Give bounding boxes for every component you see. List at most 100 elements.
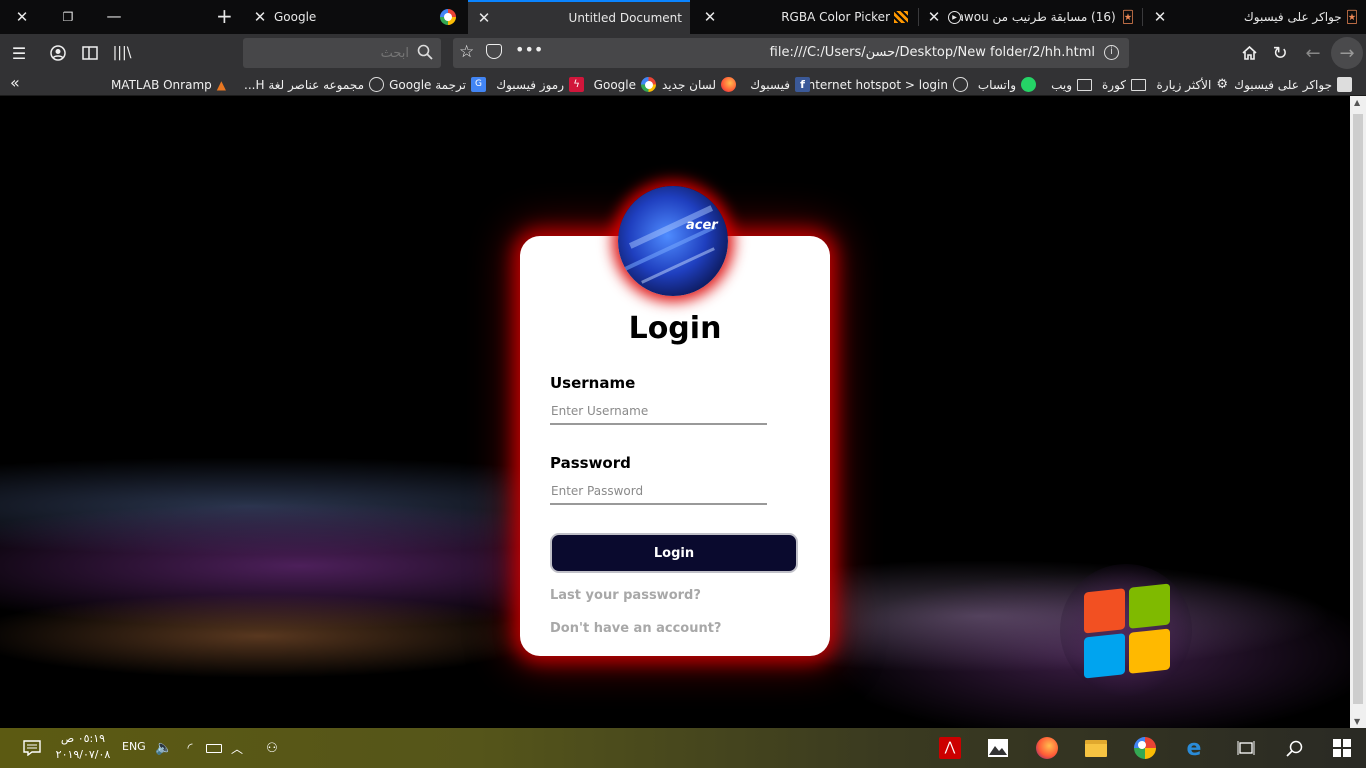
pocket-icon[interactable] [486, 44, 502, 59]
navigation-toolbar: ☰ |||\ ☆ ••• file:///C:/Users/حسن/Deskto… [0, 34, 1366, 72]
firefox-icon[interactable] [1033, 734, 1061, 762]
bookmark-label: رموز فيسبوك [496, 77, 564, 92]
task-view-icon[interactable] [1232, 734, 1260, 762]
close-tab-icon[interactable]: ✕ [1152, 9, 1168, 25]
bookmark-item[interactable]: كورة [1102, 76, 1146, 93]
address-bar[interactable]: ☆ ••• file:///C:/Users/حسن/Desktop/New f… [453, 38, 1129, 68]
window-restore-button[interactable]: ❐ [60, 9, 76, 25]
close-tab-icon[interactable]: ✕ [252, 9, 268, 25]
url-text[interactable]: file:///C:/Users/حسن/Desktop/New folder/… [770, 45, 1095, 60]
volume-icon[interactable]: 🔈 [150, 734, 178, 762]
password-input[interactable] [550, 479, 767, 505]
window-close-button[interactable]: ✕ [14, 9, 30, 25]
home-icon[interactable] [1235, 39, 1263, 67]
bookmark-label: مجموعه عناصر لغة H... [244, 77, 364, 92]
clock-time: ٠٥:١٩ ص [60, 732, 106, 745]
clock-date: ٢٠١٩/٠٧/٠٨ [55, 748, 111, 761]
search-box[interactable] [243, 38, 441, 68]
bookmark-item[interactable]: Google [594, 76, 656, 93]
page-actions-icon[interactable]: ••• [515, 40, 543, 59]
tab-title: RGBA Color Picker [781, 10, 890, 24]
bookmark-item[interactable]: لسان جديد [662, 76, 736, 93]
bookmark-item[interactable]: internet hotspot > login [804, 76, 968, 93]
bookmark-item[interactable]: جواكر على فيسبوك [1234, 76, 1352, 93]
scrollbar-thumb[interactable] [1353, 114, 1363, 704]
bookmark-label: الأكثر زيارة [1156, 77, 1212, 92]
globe-icon [369, 77, 384, 92]
bookmark-item[interactable]: مجموعه عناصر لغة H... [244, 76, 384, 93]
windows-logo-icon [1084, 583, 1170, 679]
tab-title: (16) مسابقة طرنيب من awou [961, 10, 1116, 24]
edge-icon[interactable]: e [1180, 734, 1208, 762]
tab-title: Untitled Document [568, 11, 682, 25]
tab-rgba-color-picker[interactable]: ✕ RGBA Color Picker [694, 0, 918, 34]
action-center-icon[interactable] [18, 734, 46, 762]
chrome-icon[interactable] [1131, 734, 1159, 762]
bookmark-label: جواكر على فيسبوك [1234, 77, 1332, 92]
back-icon[interactable]: ← [1299, 39, 1327, 67]
signup-link[interactable]: Don't have an account? [550, 621, 721, 636]
globe-icon [953, 77, 968, 92]
acrobat-icon[interactable]: ⋀ [936, 734, 964, 762]
bookmark-item[interactable]: MATLAB Onramp ▲ [111, 76, 226, 93]
username-label: Username [550, 374, 636, 392]
people-icon[interactable]: ⚇ [258, 734, 286, 762]
file-explorer-icon[interactable] [1082, 734, 1110, 762]
acer-logo: acer [686, 218, 718, 233]
tab-contest[interactable]: ✕ ▶ (16) مسابقة طرنيب من awou 🃏 [920, 0, 1142, 34]
reader-view-icon[interactable] [76, 39, 104, 67]
library-icon[interactable]: |||\ [108, 39, 136, 67]
close-tab-icon[interactable]: ✕ [926, 9, 942, 25]
site-info-icon[interactable]: i [1104, 45, 1119, 60]
joker-icon: 🃏 [1345, 10, 1358, 24]
folder-icon [1077, 78, 1092, 91]
bookmarks-toolbar: « جواكر على فيسبوك الأكثر زيارة ⚙ كورة و… [0, 72, 1366, 96]
account-icon[interactable] [44, 39, 72, 67]
bookmark-item[interactable]: رموز فيسبوك ϟ [496, 76, 584, 93]
bookmark-label: ترجمة Google [389, 77, 466, 92]
bookmark-label: كورة [1102, 77, 1126, 92]
language-indicator[interactable]: ENG [122, 740, 146, 753]
bookmark-item[interactable]: ويب [1051, 76, 1092, 93]
menu-icon[interactable]: ☰ [5, 39, 33, 67]
username-input[interactable] [550, 399, 767, 425]
bookmark-item[interactable]: واتساب [978, 76, 1036, 93]
show-hidden-icons[interactable]: ︿ [223, 734, 251, 762]
tab-strip: ✕ ❐ — + ✕ Google ✕ Untitled Document ✕ R… [0, 0, 1366, 34]
bookmark-label: ويب [1051, 77, 1072, 92]
login-button[interactable]: Login [550, 533, 798, 573]
scroll-down-icon[interactable]: ▼ [1354, 717, 1360, 726]
window-minimize-button[interactable]: — [106, 8, 122, 24]
bookmark-label: MATLAB Onramp [110, 77, 212, 92]
forward-icon[interactable]: → [1331, 37, 1363, 69]
tab-untitled-document[interactable]: ✕ Untitled Document [468, 0, 690, 34]
search-icon[interactable] [1280, 734, 1308, 762]
whatsapp-icon [1021, 77, 1036, 92]
forgot-password-link[interactable]: Last your password? [550, 588, 701, 603]
tab-jokers-facebook[interactable]: ✕ جواكر على فيسبوك 🃏 [1144, 0, 1366, 34]
google-icon [641, 77, 656, 92]
scroll-up-icon[interactable]: ▲ [1354, 98, 1360, 107]
google-translate-icon: G [471, 77, 486, 92]
bookmarks-overflow-icon[interactable]: « [10, 73, 20, 92]
photos-icon[interactable] [984, 734, 1012, 762]
close-tab-icon[interactable]: ✕ [702, 9, 718, 25]
matlab-icon: ▲ [216, 77, 226, 92]
close-tab-icon[interactable]: ✕ [476, 10, 492, 26]
start-button[interactable] [1328, 734, 1356, 762]
reload-icon[interactable]: ↻ [1266, 39, 1294, 67]
media-playing-icon[interactable]: ▶ [948, 10, 961, 24]
bookmark-star-icon[interactable]: ☆ [459, 42, 474, 62]
firefox-icon [721, 77, 736, 92]
page-scrollbar[interactable]: ▲ ▼ [1350, 96, 1366, 728]
taskbar: ٠٥:١٩ ص ٢٠١٩/٠٧/٠٨ ENG 🔈 ◜ ︿ ⚇ ⋀ e [0, 728, 1366, 768]
bookmark-item[interactable]: الأكثر زيارة ⚙ [1157, 76, 1228, 93]
joker-icon: 🃏 [1121, 10, 1134, 24]
new-tab-button[interactable]: + [216, 6, 233, 26]
search-input[interactable] [259, 44, 409, 62]
bookmark-item[interactable]: فيسبوك f [750, 76, 810, 93]
clock[interactable]: ٠٥:١٩ ص ٢٠١٩/٠٧/٠٨ [50, 731, 116, 763]
tab-title: Google [274, 10, 317, 24]
bookmark-item[interactable]: ترجمة Google G [389, 76, 486, 93]
tab-google[interactable]: ✕ Google [242, 0, 468, 34]
